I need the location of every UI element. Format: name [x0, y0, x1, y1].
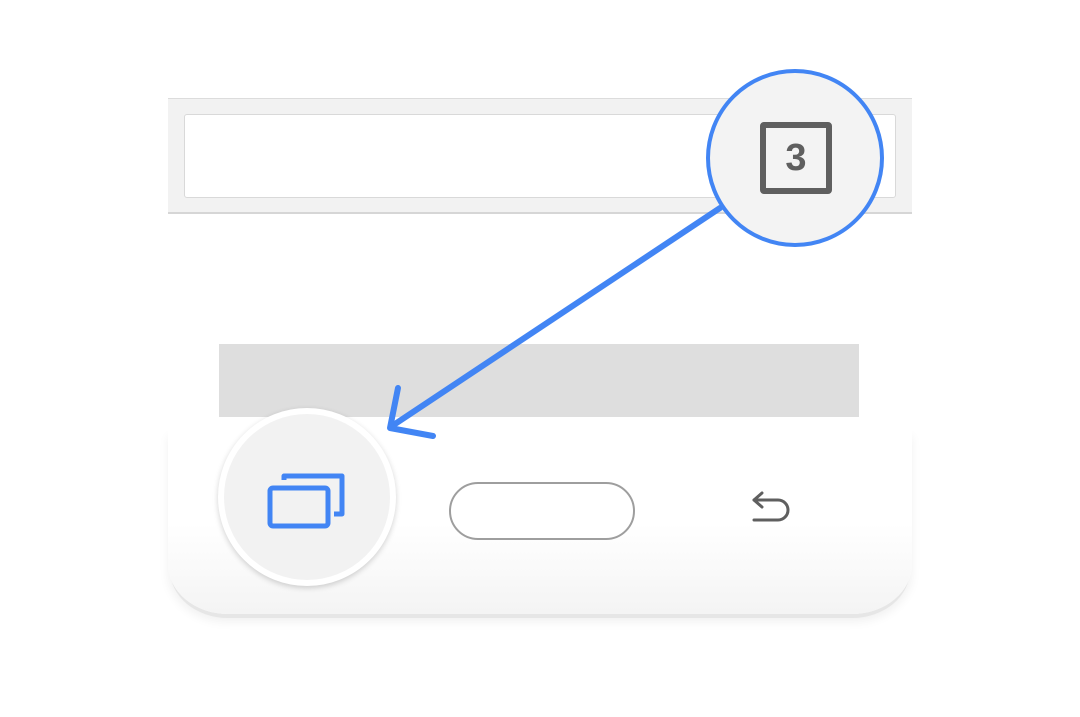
- back-arrow-icon: [752, 491, 790, 522]
- home-button[interactable]: [449, 482, 635, 540]
- content-placeholder-bar: [219, 344, 859, 417]
- tab-count-icon: 3: [760, 122, 832, 194]
- recents-icon[interactable]: [264, 470, 348, 530]
- back-button[interactable]: [748, 490, 798, 530]
